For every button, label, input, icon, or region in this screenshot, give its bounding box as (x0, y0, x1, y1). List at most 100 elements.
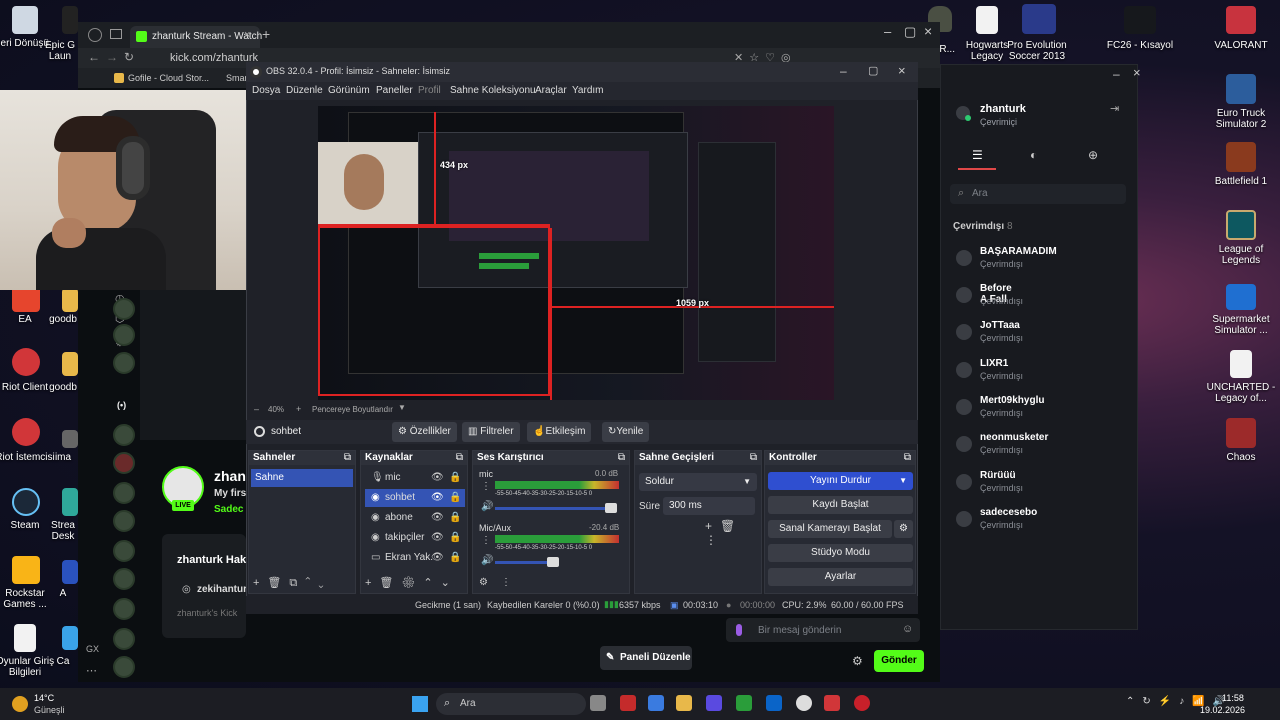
volume-slider-handle[interactable] (605, 503, 617, 513)
eye-icon[interactable]: 👁 (431, 529, 444, 547)
send-button[interactable]: Gönder (874, 650, 924, 672)
settings-button[interactable]: Ayarlar (768, 568, 913, 586)
followed-avatar[interactable] (113, 510, 135, 532)
undock-icon[interactable]: ⧉ (750, 451, 757, 465)
virtual-camera-button[interactable]: Sanal Kamerayı Başlat (768, 520, 892, 538)
followed-avatar[interactable] (113, 568, 135, 590)
new-tab-icon[interactable]: + (262, 26, 270, 42)
emoji-icon[interactable]: ☺ (902, 623, 913, 635)
followed-avatar[interactable] (113, 424, 135, 446)
eye-icon[interactable]: 👁 (431, 489, 444, 507)
app-icon[interactable] (706, 695, 722, 711)
folder-icon[interactable] (62, 288, 78, 312)
back-icon[interactable]: ← (88, 50, 100, 64)
bookmark-item[interactable]: Smar (226, 73, 248, 83)
scene-controls[interactable]: +🗑⧉⌃⌄ (253, 576, 332, 590)
collapse-icon[interactable]: ⇥ (1110, 102, 1119, 115)
eye-icon[interactable]: 👁 (431, 469, 444, 487)
selection-box[interactable] (318, 224, 550, 396)
source-item[interactable]: ◉ abone 👁 🔒 (365, 509, 465, 527)
menu-profile[interactable]: Profil (418, 85, 441, 96)
kebab-icon[interactable]: ⋮ (501, 577, 511, 588)
followed-avatar[interactable] (113, 452, 135, 474)
start-record-button[interactable]: Kaydı Başlat (768, 496, 913, 514)
browser-tab[interactable]: zhanturk Stream - Watch × (130, 26, 262, 48)
volume-slider[interactable] (495, 507, 613, 510)
menu-file[interactable]: Dosya (252, 85, 280, 96)
followed-avatar[interactable] (113, 482, 135, 504)
scene-item[interactable]: Sahne (251, 469, 353, 487)
instagram-link[interactable]: zekihantur (197, 584, 247, 595)
menu-help[interactable]: Yardım (572, 85, 604, 96)
zoom-in-icon[interactable]: + (296, 404, 301, 414)
duration-field[interactable]: 300 ms (663, 497, 755, 515)
more-icon[interactable]: ⋯ (86, 664, 97, 677)
app-icon[interactable] (648, 695, 664, 711)
zoom-out-icon[interactable]: – (254, 404, 259, 414)
undock-icon[interactable]: ⧉ (456, 451, 463, 465)
mixer-settings-icon[interactable]: ⚙ (479, 577, 488, 588)
chat-bubble-icon[interactable]: ◐ (1030, 148, 1037, 162)
menu-tools[interactable]: Araçlar (535, 85, 567, 96)
document-icon[interactable] (14, 624, 36, 652)
close-icon[interactable]: × (924, 23, 932, 39)
lock-icon[interactable]: 🔒 (449, 509, 461, 527)
stop-stream-button[interactable]: Yayını Durdur ▼ (768, 472, 913, 490)
app-icon[interactable] (62, 560, 78, 584)
pes-icon[interactable] (1022, 4, 1056, 34)
folder-icon[interactable] (62, 352, 78, 376)
euro-truck-icon[interactable] (1226, 74, 1256, 104)
battlefield-icon[interactable] (1226, 142, 1256, 172)
file-explorer-icon[interactable] (676, 695, 692, 711)
profile-icon[interactable] (88, 28, 102, 42)
volume-slider[interactable] (495, 561, 555, 564)
minimize-icon[interactable]: – (840, 64, 847, 78)
followed-avatar[interactable] (113, 352, 135, 374)
gear-icon[interactable]: ⚙ (894, 520, 913, 538)
add-friend-icon[interactable]: ⊕ (1088, 148, 1098, 162)
speaker-icon[interactable]: 🔊 (481, 501, 493, 512)
kebab-icon[interactable]: ⋮ (481, 481, 491, 492)
refresh-button[interactable]: ↻Yenile (602, 422, 650, 442)
weather-icon[interactable] (12, 696, 28, 712)
app-icon[interactable] (736, 695, 752, 711)
clock-date[interactable]: 19.02.2026 (1200, 705, 1245, 715)
channel-name[interactable]: zhan (214, 468, 246, 484)
volume-slider-handle[interactable] (547, 557, 559, 567)
clock-time[interactable]: 11:58 (1222, 693, 1244, 703)
riot-taskbar-icon[interactable] (824, 695, 840, 711)
opera-icon[interactable] (854, 695, 870, 711)
followed-avatar[interactable] (113, 598, 135, 620)
menu-scene-collection[interactable]: Sahne Koleksiyonu (450, 85, 536, 96)
taskbar-search[interactable]: ⌕ Ara (436, 693, 586, 715)
source-item[interactable]: 🎙 mic 👁 🔒 (365, 469, 465, 487)
steam-icon[interactable] (12, 488, 40, 516)
forward-icon[interactable]: → (106, 50, 118, 64)
document-icon[interactable] (976, 6, 998, 34)
close-tab-icon[interactable]: × (244, 29, 250, 41)
speaker-icon[interactable]: 🔊 (481, 555, 493, 566)
app-icon[interactable] (62, 626, 78, 650)
eye-icon[interactable]: 👁 (431, 549, 444, 567)
tab-actions-icon[interactable] (110, 29, 122, 39)
minimize-icon[interactable]: – (884, 24, 891, 39)
menu-view[interactable]: Görünüm (328, 85, 370, 96)
image-icon[interactable] (62, 430, 78, 448)
source-controls[interactable]: +🗑⚙⌃⌄ (365, 576, 458, 589)
riot-client-icon[interactable] (12, 418, 40, 446)
kebab-icon[interactable]: ⋮ (481, 535, 491, 546)
streamdeck-icon[interactable] (62, 488, 78, 516)
start-icon[interactable] (412, 696, 428, 712)
chaos-icon[interactable] (1226, 418, 1256, 448)
bookmark-item[interactable]: Gofile - Cloud Stor... (128, 73, 209, 83)
friends-list-icon[interactable]: ☰ (972, 148, 983, 162)
lock-icon[interactable]: 🔒 (449, 469, 461, 487)
filters-button[interactable]: ▥ Filtreler (462, 422, 520, 442)
followed-avatar[interactable] (113, 298, 135, 320)
minimize-icon[interactable]: – (1113, 67, 1120, 81)
lock-icon[interactable]: 🔒 (449, 549, 461, 567)
emote-icon[interactable] (736, 624, 742, 636)
edit-panel-button[interactable]: ✎ Paneli Düzenle (600, 646, 692, 670)
league-icon[interactable] (1226, 210, 1256, 240)
lock-icon[interactable]: 🔒 (449, 529, 461, 547)
